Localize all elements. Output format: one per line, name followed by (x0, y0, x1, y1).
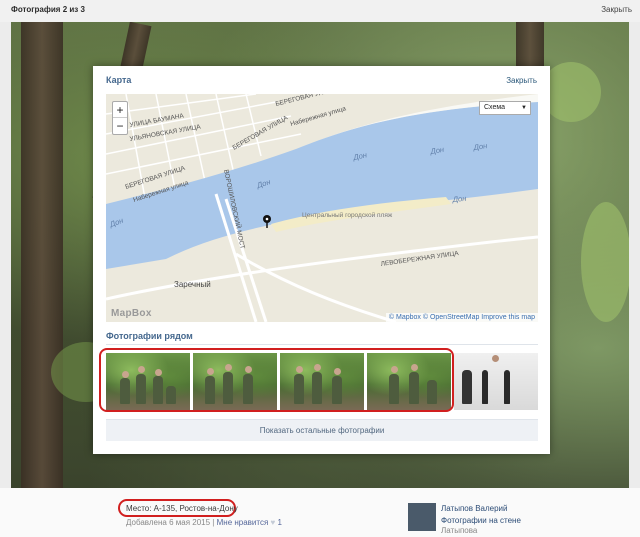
heart-icon[interactable]: ♥ (271, 518, 276, 527)
photo-viewer-topbar: Фотография 2 из 3 Закрыть (0, 0, 640, 22)
nearby-photos-title: Фотографии рядом (106, 331, 193, 341)
section-divider (106, 344, 538, 345)
likes-count[interactable]: 1 (278, 518, 282, 527)
zoom-out-button[interactable]: − (113, 118, 127, 134)
foliage-shape (581, 202, 629, 322)
photo-location[interactable]: Место: А-135, Ростов-на-Дону (126, 504, 238, 513)
nearby-photo-thumb[interactable] (367, 353, 451, 410)
mapbox-logo: MapBox (111, 308, 152, 319)
nearby-photo-thumb[interactable] (280, 353, 364, 410)
beach-label: Центральный городской пляж (302, 211, 393, 219)
avatar[interactable] (408, 503, 436, 531)
nearby-photos-strip (106, 353, 538, 410)
map-attribution[interactable]: © Mapbox © OpenStreetMap Improve this ma… (385, 313, 538, 322)
zoom-in-button[interactable]: + (113, 102, 127, 118)
map-canvas[interactable]: УЛИЦА БАУМАНА УЛЬЯНОВСКАЯ УЛИЦА БЕРЕГОВА… (106, 94, 538, 322)
modal-close-link[interactable]: Закрыть (506, 76, 537, 85)
svg-text:Дон: Дон (451, 194, 466, 204)
author-name[interactable]: Латыпов Валерий (441, 504, 507, 513)
nearby-photo-thumb[interactable] (193, 353, 277, 410)
photo-counter: Фотография 2 из 3 (11, 5, 85, 14)
close-viewer-link[interactable]: Закрыть (601, 5, 632, 14)
photo-meta: Добавлена 6 мая 2015 | Мне нравится ♥ 1 (126, 518, 282, 527)
show-more-photos-button[interactable]: Показать остальные фотографии (106, 419, 538, 441)
nearby-photo-thumb[interactable] (454, 353, 538, 410)
map-view[interactable]: УЛИЦА БАУМАНА УЛЬЯНОВСКАЯ УЛИЦА БЕРЕГОВА… (106, 94, 538, 322)
album-link[interactable]: Фотографии на стене (441, 516, 521, 525)
svg-text:Заречный: Заречный (174, 280, 211, 289)
photo-info-bar (0, 488, 640, 537)
nearby-photo-thumb[interactable] (106, 353, 190, 410)
modal-title: Карта (106, 75, 132, 85)
map-modal: Карта Закрыть УЛИЦА БАУМАНА УЛЬЯНОВСКАЯ … (93, 66, 550, 454)
tree-trunk-shape (21, 22, 63, 488)
album-owner: Латыпова (441, 526, 478, 535)
foliage-shape (541, 62, 601, 122)
added-date: Добавлена 6 мая 2015 (126, 518, 211, 527)
chevron-down-icon: ▼ (521, 105, 527, 111)
zoom-control[interactable]: + − (112, 101, 128, 135)
map-layer-value: Схема (484, 104, 506, 111)
map-layer-select[interactable]: Схема ▼ (479, 101, 531, 115)
like-button[interactable]: Мне нравится (217, 518, 269, 527)
meta-separator: | (212, 518, 215, 527)
